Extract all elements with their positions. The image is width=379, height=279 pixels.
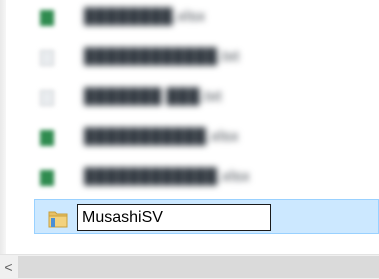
rename-input[interactable] xyxy=(77,204,271,231)
list-item[interactable]: ███████████.xlsx xyxy=(40,125,340,149)
list-item[interactable]: ████████.xlsx xyxy=(40,5,340,29)
scroll-left-arrow-icon[interactable]: < xyxy=(0,255,17,279)
excel-file-icon xyxy=(40,10,54,26)
list-item[interactable]: ████████████.txt xyxy=(40,45,340,69)
excel-file-icon xyxy=(40,130,54,146)
file-name: ███████████.xlsx xyxy=(84,128,239,145)
scrollbar-track[interactable] xyxy=(18,256,379,278)
folder-icon xyxy=(48,209,68,228)
file-name: ████████.xlsx xyxy=(84,8,206,25)
file-name: ████████████.txt xyxy=(84,48,240,65)
list-item[interactable]: ███████ ███.txt xyxy=(40,85,340,109)
horizontal-scrollbar[interactable]: < xyxy=(0,254,379,279)
file-name: ███████ ███.txt xyxy=(84,88,222,105)
text-file-icon xyxy=(40,90,54,106)
file-name: ████████████.xlsx xyxy=(84,168,251,185)
excel-file-icon xyxy=(40,170,54,186)
file-explorer-pane: ████████.xlsx ████████████.txt ███████ █… xyxy=(0,0,379,279)
list-item[interactable]: ████████████.xlsx xyxy=(40,165,340,189)
text-file-icon xyxy=(40,50,54,66)
